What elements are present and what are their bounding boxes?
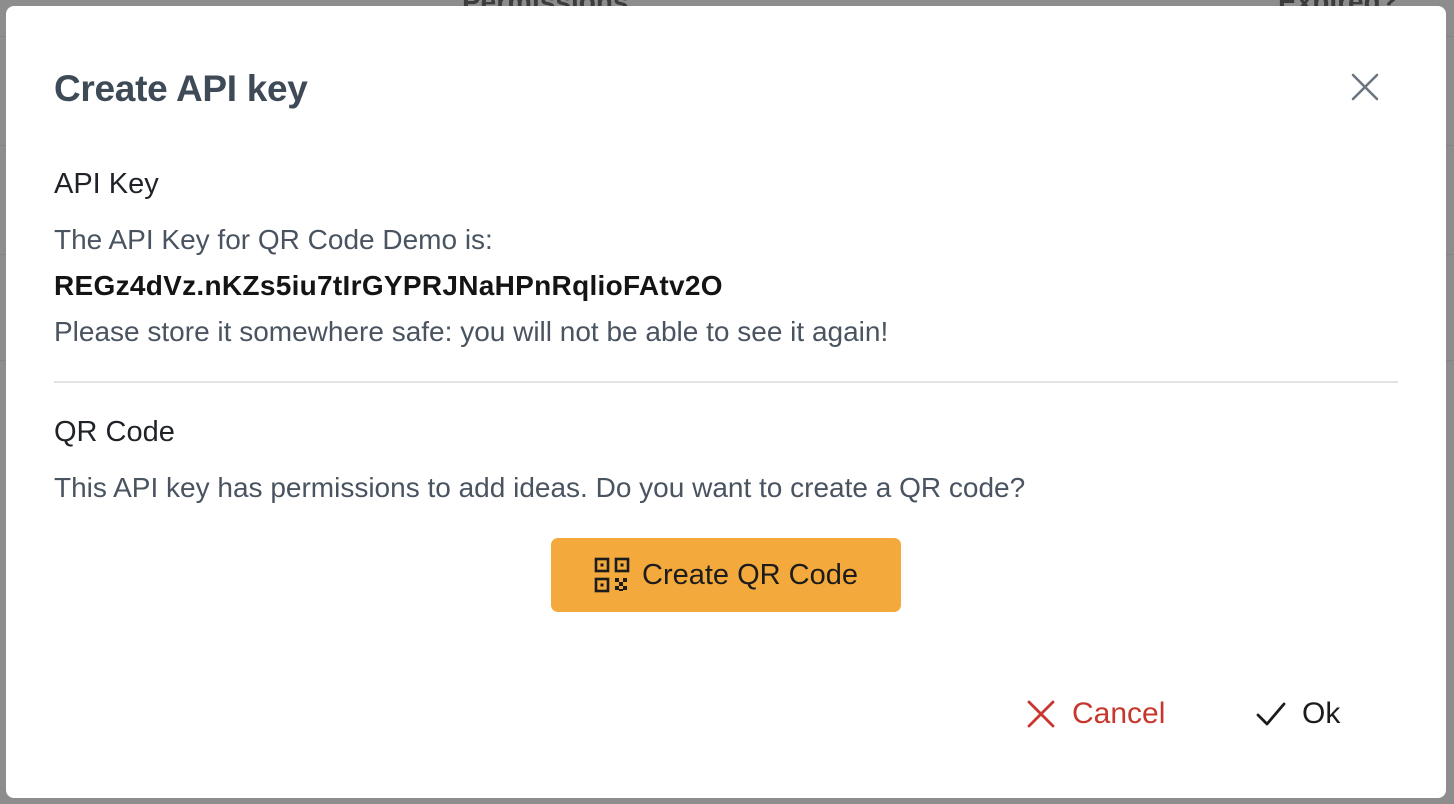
close-button[interactable]: [1346, 68, 1384, 106]
qr-code-icon: [594, 557, 630, 593]
api-key-warning-text: Please store it somewhere safe: you will…: [54, 316, 889, 347]
create-qr-code-button[interactable]: Create QR Code: [551, 538, 901, 612]
close-icon: [1027, 700, 1055, 728]
ok-label: Ok: [1302, 697, 1341, 730]
create-qr-code-label: Create QR Code: [642, 558, 858, 591]
api-key-value[interactable]: REGz4dVz.nKZs5iu7tIrGYPRJNaHPnRqlioFAtv2…: [54, 270, 723, 302]
section-divider: [54, 381, 1398, 383]
ok-button[interactable]: Ok: [1256, 692, 1340, 736]
qr-code-description: This API key has permissions to add idea…: [54, 472, 1026, 503]
cancel-button[interactable]: Cancel: [1026, 692, 1165, 736]
qr-code-section-title: QR Code: [54, 416, 175, 448]
api-key-intro-text: The API Key for QR Code Demo is:: [54, 224, 493, 255]
check-icon: [1256, 702, 1286, 726]
dialog-title: Create API key: [54, 68, 308, 109]
api-key-section-title: API Key: [54, 168, 159, 200]
create-api-key-dialog: Create API key API Key The API Key for Q…: [6, 6, 1446, 798]
close-icon: [1351, 73, 1379, 101]
cancel-label: Cancel: [1072, 697, 1166, 730]
